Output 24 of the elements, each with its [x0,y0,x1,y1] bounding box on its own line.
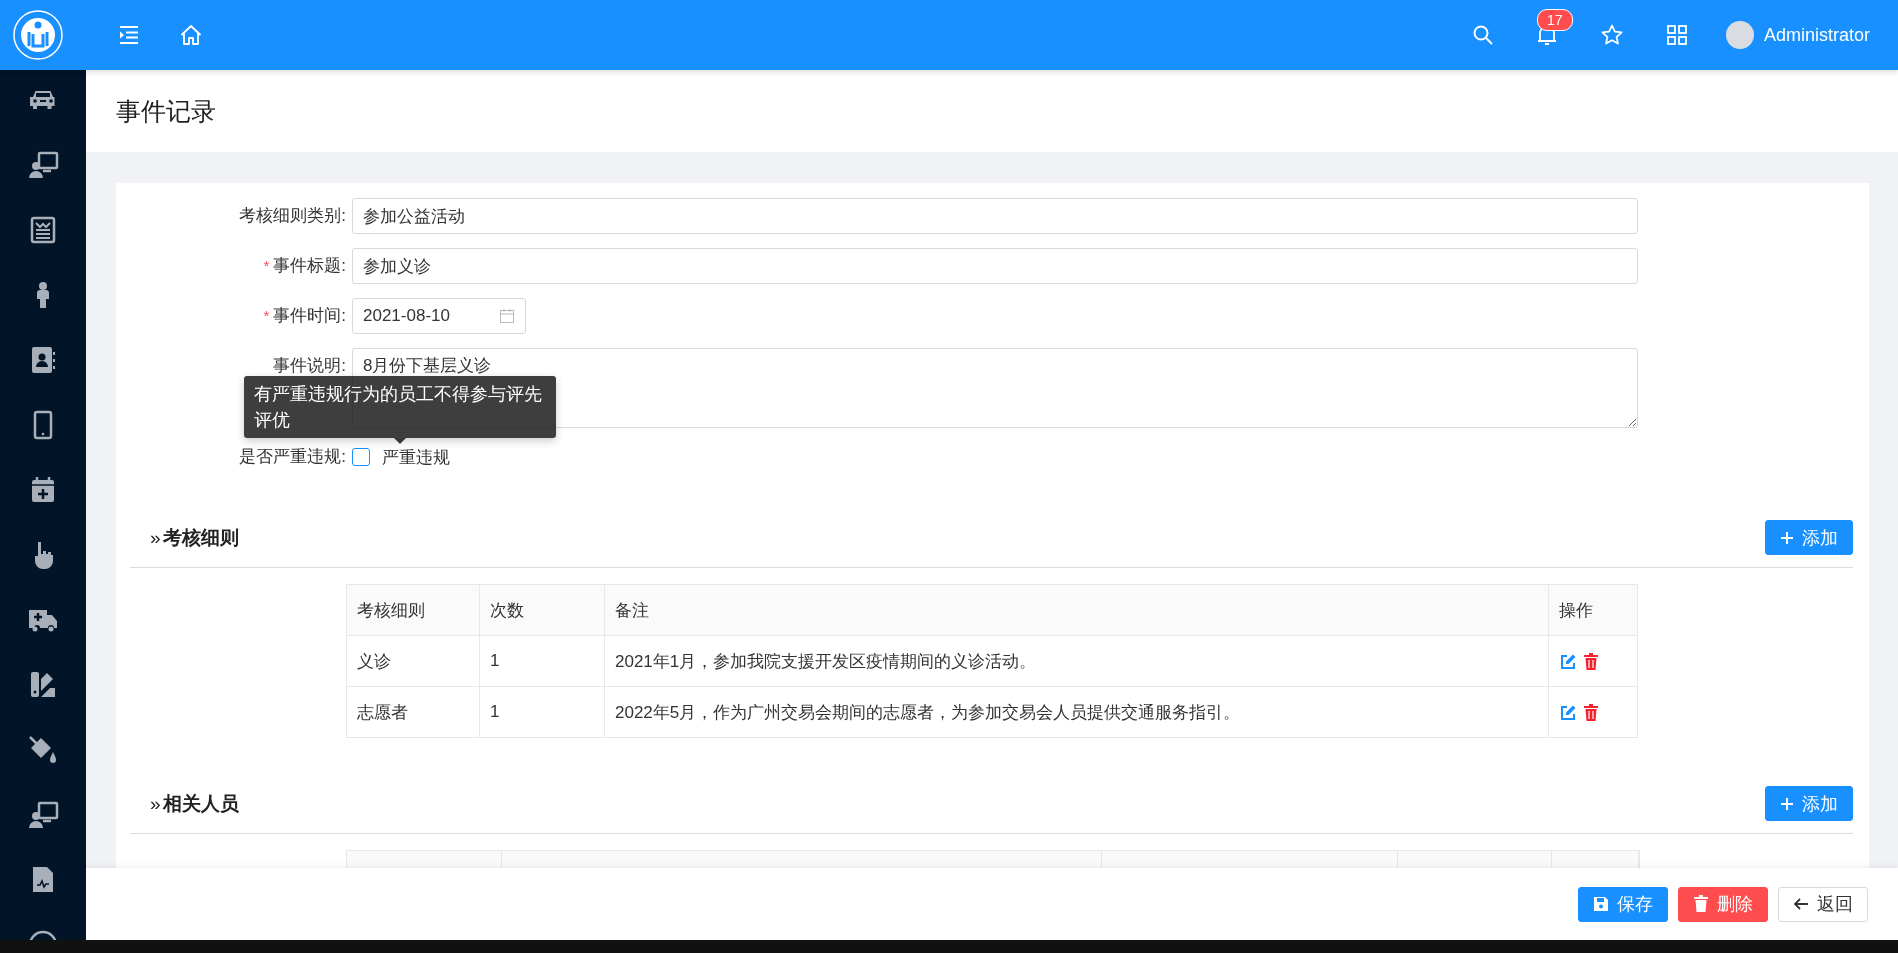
column-header: 次数 [479,584,605,636]
table-cell: 2021年1月，参加我院支援开发区疫情期间的义诊活动。 [604,635,1549,687]
table-cell: 2022年5月，作为广州交易会期间的志愿者，为参加交易会人员提供交通服务指引。 [604,686,1549,738]
table-cell: 1 [479,686,605,738]
table-cell: 义诊 [346,635,480,687]
table-cell: 志愿者 [346,686,480,738]
field-label: 事件说明: [273,356,346,375]
page-title: 事件记录 [116,95,216,127]
field-label: 考核细则类别: [239,206,346,225]
section-title: 考核细则 [162,525,239,550]
table-cell: 1 [479,635,605,687]
chevron-icon: » [150,792,161,815]
tooltip: 有严重违规行为的员工不得参与评先评优 [244,376,556,438]
field-label: 事件时间: [273,306,346,325]
notification-badge: 17 [1536,9,1573,31]
section-title: 相关人员 [162,791,239,816]
column-header: 考核细则 [346,584,480,636]
chevron-icon: » [150,526,161,549]
required-mark: * [263,307,270,324]
field-label: 是否严重违规: [239,447,346,466]
field-label: 事件标题: [273,256,346,275]
column-header: 备注 [604,584,1549,636]
column-header: 操作 [1548,584,1638,636]
required-mark: * [263,257,270,274]
